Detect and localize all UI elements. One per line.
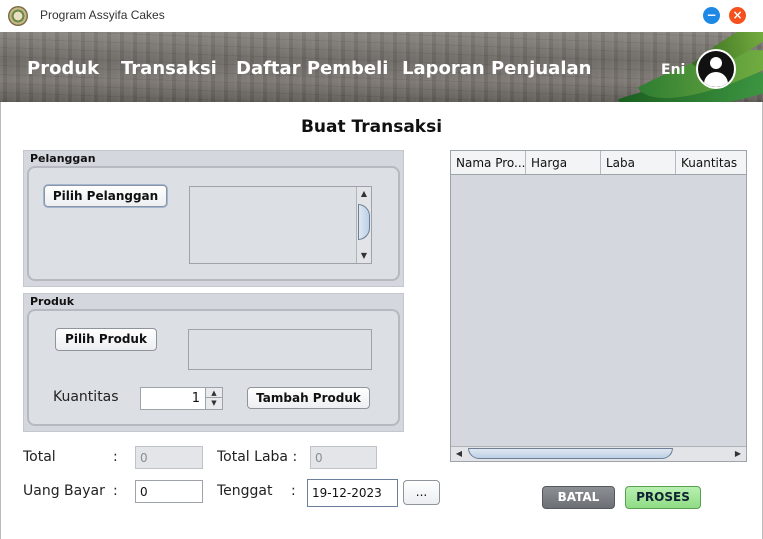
stepper-up-icon[interactable]: ▲ (206, 388, 222, 398)
tenggat-colon: : (291, 483, 296, 499)
nav-header: Produk Transaksi Daftar Pembeli Laporan … (0, 32, 763, 102)
pelanggan-textarea[interactable]: ▲ ▼ (189, 186, 372, 264)
date-picker-button[interactable]: ... (403, 480, 440, 505)
nav-item-transaksi[interactable]: Transaksi (121, 58, 217, 79)
pelanggan-group-title: Pelanggan (30, 152, 96, 165)
proses-button[interactable]: PROSES (625, 486, 701, 509)
uang-bayar-label: Uang Bayar (23, 483, 105, 499)
stepper-down-icon[interactable]: ▼ (206, 398, 222, 408)
stepper-buttons: ▲ ▼ (205, 388, 222, 409)
pelanggan-vertical-scrollbar[interactable]: ▲ ▼ (356, 187, 371, 263)
user-name: Eni (661, 62, 686, 78)
column-header-harga[interactable]: Harga (526, 151, 601, 174)
minimize-icon[interactable]: − (703, 7, 720, 24)
close-icon[interactable]: × (729, 7, 746, 24)
scroll-down-icon[interactable]: ▼ (357, 250, 371, 262)
kuantitas-stepper[interactable]: 1 ▲ ▼ (140, 387, 223, 410)
batal-button[interactable]: BATAL (542, 486, 615, 509)
produk-display-field (188, 329, 372, 370)
tenggat-label: Tenggat (217, 483, 273, 499)
nav-item-daftar-pembeli[interactable]: Daftar Pembeli (236, 58, 388, 79)
pilih-pelanggan-button[interactable]: Pilih Pelanggan (44, 185, 167, 207)
scroll-right-icon[interactable]: ▶ (731, 447, 745, 461)
table-horizontal-scrollbar[interactable]: ◀ ▶ (451, 446, 746, 461)
avatar-head (710, 57, 722, 69)
scroll-thumb[interactable] (358, 204, 370, 240)
table-header: Nama Pro... Harga Laba Kuantitas (451, 151, 746, 175)
kuantitas-value[interactable]: 1 (192, 391, 200, 406)
nav-item-laporan-penjualan[interactable]: Laporan Penjualan (402, 58, 591, 79)
window-title: Program Assyifa Cakes (40, 8, 165, 22)
produk-group-title: Produk (30, 295, 75, 308)
product-table[interactable]: Nama Pro... Harga Laba Kuantitas ◀ ▶ (450, 150, 747, 462)
total-label: Total (23, 449, 56, 465)
avatar-body (704, 72, 728, 87)
kuantitas-label: Kuantitas (53, 389, 119, 405)
column-header-laba[interactable]: Laba (601, 151, 676, 174)
app-logo-icon (8, 6, 28, 26)
tenggat-date-input[interactable]: 19-12-2023 (307, 479, 398, 507)
column-header-kuantitas[interactable]: Kuantitas (676, 151, 746, 174)
scroll-thumb[interactable] (468, 448, 673, 459)
uang-bayar-input[interactable]: 0 (135, 480, 203, 503)
column-header-nama-produk[interactable]: Nama Pro... (451, 151, 526, 174)
scroll-up-icon[interactable]: ▲ (357, 188, 371, 200)
user-avatar-icon[interactable] (696, 49, 736, 89)
page-title: Buat Transaksi (300, 117, 443, 137)
total-laba-field: 0 (310, 446, 377, 469)
total-laba-label: Total Laba : (217, 449, 298, 465)
uang-bayar-colon: : (113, 483, 118, 499)
title-bar: Program Assyifa Cakes − × (0, 0, 763, 32)
total-field: 0 (135, 446, 203, 469)
tambah-produk-button[interactable]: Tambah Produk (247, 387, 370, 409)
nav-item-produk[interactable]: Produk (27, 58, 99, 79)
total-colon: : (113, 449, 118, 465)
scroll-left-icon[interactable]: ◀ (452, 447, 466, 461)
pilih-produk-button[interactable]: Pilih Produk (55, 328, 157, 351)
